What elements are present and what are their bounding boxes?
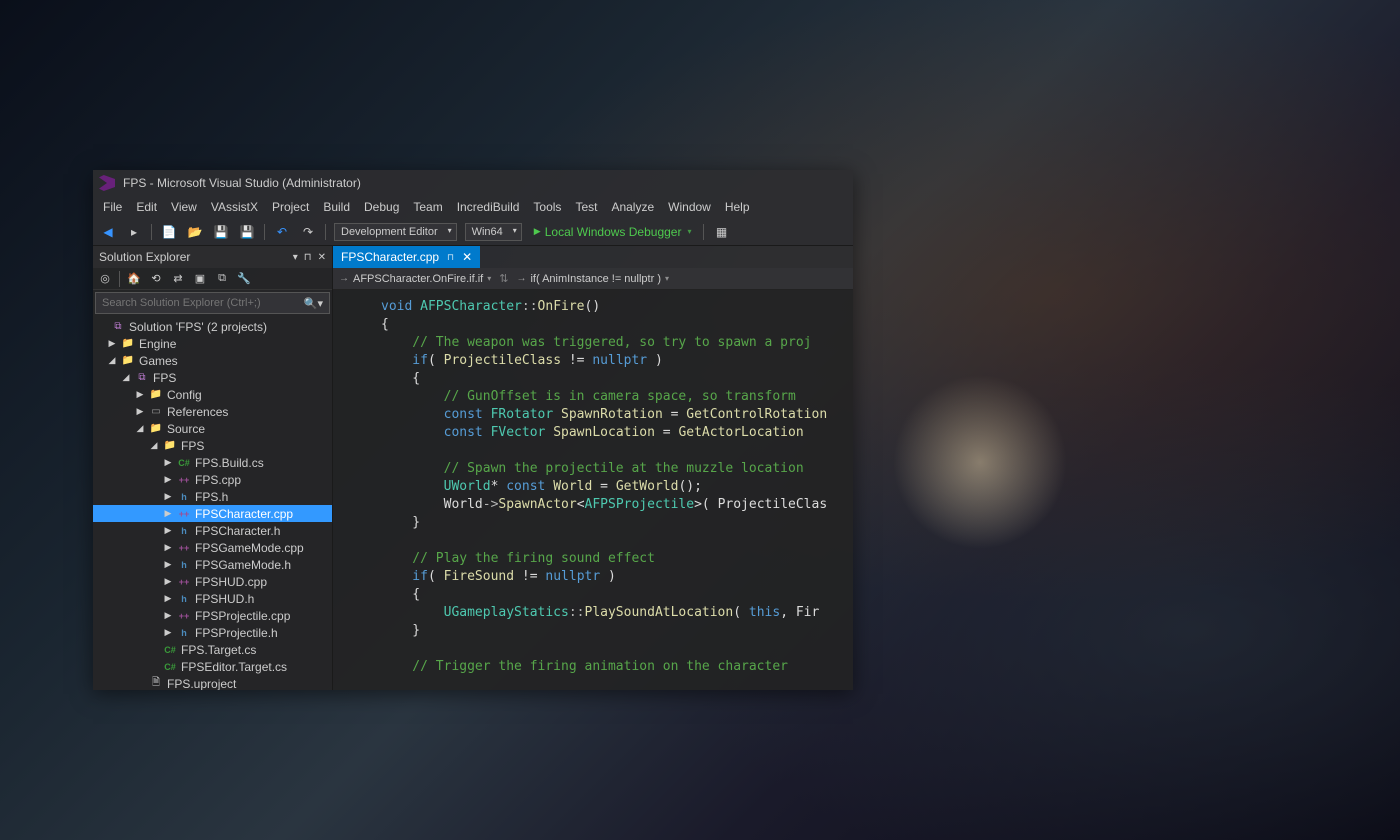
menu-window[interactable]: Window: [662, 198, 717, 216]
tree-file[interactable]: ▶hFPS.h: [93, 488, 332, 505]
nav-fwd-icon[interactable]: ▸: [125, 223, 143, 241]
code-editor[interactable]: void AFPSCharacter::OnFire() { // The we…: [333, 290, 853, 690]
menu-analyze[interactable]: Analyze: [605, 198, 660, 216]
tree-file[interactable]: ▶hFPSProjectile.h: [93, 624, 332, 641]
solution-explorer-panel: Solution Explorer ▾ ⊓ ✕ ◎ 🏠 ⟲ ⇄ ▣ ⧉ 🔧 🔍: [93, 246, 333, 690]
se-refresh-icon[interactable]: ⇄: [170, 271, 186, 287]
editor-area: FPSCharacter.cpp ⊓ ✕ AFPSCharacter.OnFir…: [333, 246, 853, 690]
tree-fps-project[interactable]: ◢⧉FPS: [93, 369, 332, 386]
tab-label: FPSCharacter.cpp: [341, 250, 439, 264]
panel-dropdown-icon[interactable]: ▾: [293, 252, 298, 263]
close-icon[interactable]: ✕: [462, 250, 472, 264]
menu-debug[interactable]: Debug: [358, 198, 405, 216]
platform-dropdown[interactable]: Win64: [465, 223, 522, 241]
menu-incredibuild[interactable]: IncrediBuild: [451, 198, 526, 216]
menu-build[interactable]: Build: [317, 198, 356, 216]
tree-config[interactable]: ▶📁Config: [93, 386, 332, 403]
panel-pin-icon[interactable]: ⊓: [304, 252, 312, 263]
menu-project[interactable]: Project: [266, 198, 315, 216]
tree-file[interactable]: ▶++FPSCharacter.cpp: [93, 505, 332, 522]
vs-window: FPS - Microsoft Visual Studio (Administr…: [93, 170, 853, 690]
nav-scope-dropdown[interactable]: AFPSCharacter.OnFire.if.if: [339, 273, 491, 285]
solution-tree: ⧉Solution 'FPS' (2 projects) ▶📁Engine ◢📁…: [93, 316, 332, 690]
tree-file[interactable]: ▶++FPSHUD.cpp: [93, 573, 332, 590]
code-navbar: AFPSCharacter.OnFire.if.if ⇅ if( AnimIns…: [333, 268, 853, 290]
menu-edit[interactable]: Edit: [130, 198, 163, 216]
se-properties-icon[interactable]: 🔧: [236, 271, 252, 287]
pin-icon[interactable]: ⊓: [447, 252, 454, 263]
editor-tabstrip: FPSCharacter.cpp ⊓ ✕: [333, 246, 853, 268]
se-scope-icon[interactable]: ⟲: [148, 271, 164, 287]
titlebar[interactable]: FPS - Microsoft Visual Studio (Administr…: [93, 170, 853, 196]
menu-file[interactable]: File: [97, 198, 128, 216]
tree-fps-folder[interactable]: ◢📁FPS: [93, 437, 332, 454]
undo-icon[interactable]: ↶: [273, 223, 291, 241]
tree-games[interactable]: ◢📁Games: [93, 352, 332, 369]
solution-search[interactable]: 🔍▾: [95, 292, 330, 314]
window-title: FPS - Microsoft Visual Studio (Administr…: [123, 176, 361, 190]
open-file-icon[interactable]: 📂: [186, 223, 204, 241]
save-all-icon[interactable]: 💾: [238, 223, 256, 241]
tree-file[interactable]: ▶hFPSCharacter.h: [93, 522, 332, 539]
tree-uproject[interactable]: 🗎FPS.uproject: [93, 675, 332, 690]
new-file-icon[interactable]: 📄: [160, 223, 178, 241]
tree-file[interactable]: ▶hFPSGameMode.h: [93, 556, 332, 573]
start-debugger-button[interactable]: Local Windows Debugger: [530, 223, 696, 241]
toolbar-extra-icon[interactable]: ▦: [712, 223, 730, 241]
tree-solution[interactable]: ⧉Solution 'FPS' (2 projects): [93, 318, 332, 335]
tree-file[interactable]: ▶C#FPS.Build.cs: [93, 454, 332, 471]
menu-team[interactable]: Team: [407, 198, 448, 216]
config-dropdown[interactable]: Development Editor: [334, 223, 457, 241]
solution-search-input[interactable]: [96, 297, 298, 309]
tree-engine[interactable]: ▶📁Engine: [93, 335, 332, 352]
tree-file[interactable]: ▶++FPSGameMode.cpp: [93, 539, 332, 556]
menu-test[interactable]: Test: [569, 198, 603, 216]
file-tab-active[interactable]: FPSCharacter.cpp ⊓ ✕: [333, 246, 480, 268]
nav-member-dropdown[interactable]: if( AnimInstance != nullptr ): [516, 273, 669, 285]
se-home-icon[interactable]: ◎: [97, 271, 113, 287]
se-home-icon[interactable]: 🏠: [126, 271, 142, 287]
tree-file[interactable]: ▶hFPSHUD.h: [93, 590, 332, 607]
tree-file[interactable]: C#FPSEditor.Target.cs: [93, 658, 332, 675]
menu-vassistx[interactable]: VAssistX: [205, 198, 264, 216]
menu-tools[interactable]: Tools: [527, 198, 567, 216]
tree-file[interactable]: ▶++FPS.cpp: [93, 471, 332, 488]
tree-references[interactable]: ▶▭References: [93, 403, 332, 420]
solution-explorer-title: Solution Explorer ▾ ⊓ ✕: [93, 246, 332, 268]
menubar: File Edit View VAssistX Project Build De…: [93, 196, 853, 218]
tree-source[interactable]: ◢📁Source: [93, 420, 332, 437]
main-toolbar: ◀ ▸ 📄 📂 💾 💾 ↶ ↷ Development Editor Win64…: [93, 218, 853, 246]
panel-close-icon[interactable]: ✕: [318, 252, 326, 263]
menu-view[interactable]: View: [165, 198, 203, 216]
vs-logo-icon: [99, 175, 115, 191]
search-icon[interactable]: 🔍▾: [298, 297, 329, 310]
se-showall-icon[interactable]: ⧉: [214, 271, 230, 287]
redo-icon[interactable]: ↷: [299, 223, 317, 241]
tree-file[interactable]: ▶++FPSProjectile.cpp: [93, 607, 332, 624]
panel-title-label: Solution Explorer: [99, 250, 190, 264]
nav-back-icon[interactable]: ◀: [99, 223, 117, 241]
menu-help[interactable]: Help: [719, 198, 756, 216]
tree-file[interactable]: C#FPS.Target.cs: [93, 641, 332, 658]
solution-explorer-toolbar: ◎ 🏠 ⟲ ⇄ ▣ ⧉ 🔧: [93, 268, 332, 290]
se-collapse-icon[interactable]: ▣: [192, 271, 208, 287]
save-icon[interactable]: 💾: [212, 223, 230, 241]
